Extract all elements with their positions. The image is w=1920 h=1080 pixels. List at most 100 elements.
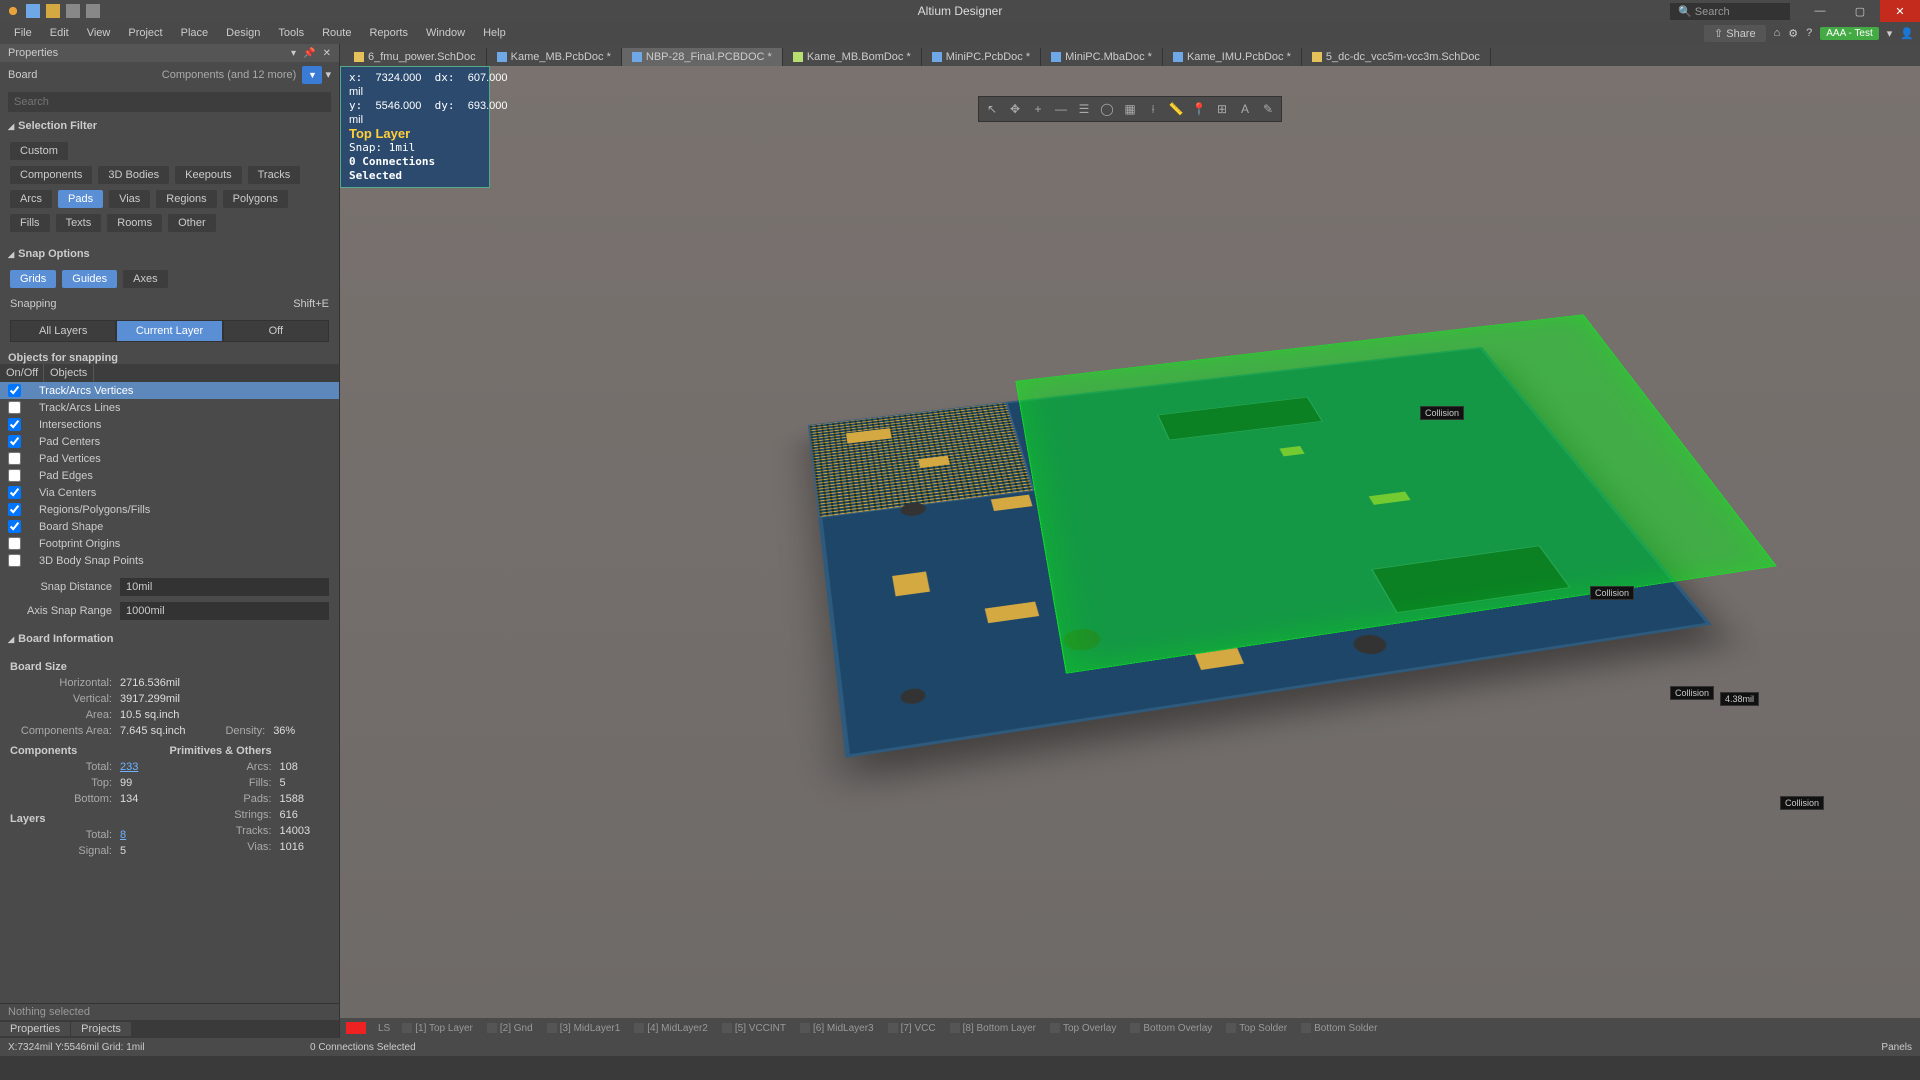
layer-tab[interactable]: [6] MidLayer3 [800, 1023, 874, 1034]
doc-tab[interactable]: Kame_MB.BomDoc * [783, 48, 922, 66]
pcb-board-3d[interactable] [808, 347, 1712, 758]
save-icon[interactable] [26, 4, 40, 18]
doc-tab[interactable]: Kame_IMU.PcbDoc * [1163, 48, 1302, 66]
menu-help[interactable]: Help [475, 25, 514, 41]
canvas-area[interactable]: 6_fmu_power.SchDocKame_MB.PcbDoc *NBP-28… [340, 44, 1920, 1038]
layer-tab[interactable]: [8] Bottom Layer [950, 1023, 1036, 1034]
filter-arcs[interactable]: Arcs [10, 190, 52, 208]
panels-button[interactable]: Panels [1881, 1042, 1912, 1053]
ruler-icon[interactable]: 📏 [1165, 99, 1187, 119]
layer-tab[interactable]: Bottom Solder [1301, 1023, 1377, 1034]
menu-project[interactable]: Project [120, 25, 170, 41]
filter-components[interactable]: Components [10, 166, 92, 184]
snap-object-row[interactable]: Track/Arcs Lines [0, 399, 339, 416]
minimize-button[interactable]: — [1800, 0, 1840, 22]
snap-checkbox[interactable] [8, 452, 21, 465]
snap-checkbox[interactable] [8, 469, 21, 482]
filter-dropdown-icon[interactable]: ▾ [325, 69, 331, 81]
menu-window[interactable]: Window [418, 25, 473, 41]
filter-icon[interactable]: ▼ [302, 66, 322, 84]
menu-edit[interactable]: Edit [42, 25, 77, 41]
maximize-button[interactable]: ▢ [1840, 0, 1880, 22]
doc-tab[interactable]: 5_dc-dc_vcc5m-vcc3m.SchDoc [1302, 48, 1491, 66]
snap-object-row[interactable]: 3D Body Snap Points [0, 552, 339, 569]
snap-checkbox[interactable] [8, 401, 21, 414]
menu-tools[interactable]: Tools [270, 25, 312, 41]
open-icon[interactable] [46, 4, 60, 18]
share-button[interactable]: ⇧ Share [1704, 25, 1766, 42]
tab-properties[interactable]: Properties [0, 1022, 70, 1036]
via-icon[interactable]: ◯ [1096, 99, 1118, 119]
menu-reports[interactable]: Reports [361, 25, 416, 41]
snap-tab[interactable]: All Layers [10, 320, 116, 342]
filter-keepouts[interactable]: Keepouts [175, 166, 241, 184]
snap-checkbox[interactable] [8, 435, 21, 448]
global-search[interactable]: 🔍 Search [1670, 3, 1790, 20]
snap-object-row[interactable]: Pad Centers [0, 433, 339, 450]
edit-icon[interactable]: ✎ [1257, 99, 1279, 119]
snap-checkbox[interactable] [8, 418, 21, 431]
layer-tab[interactable]: Top Overlay [1050, 1023, 1116, 1034]
new-icon[interactable] [66, 4, 80, 18]
layer-tab[interactable]: Top Solder [1226, 1023, 1287, 1034]
section-selection-filter[interactable]: Selection Filter [0, 116, 339, 136]
snap-object-row[interactable]: Regions/Polygons/Fills [0, 501, 339, 518]
snap-object-row[interactable]: Board Shape [0, 518, 339, 535]
menu-design[interactable]: Design [218, 25, 268, 41]
doc-tab[interactable]: MiniPC.PcbDoc * [922, 48, 1041, 66]
filter-rooms[interactable]: Rooms [107, 214, 162, 232]
doc-tab[interactable]: NBP-28_Final.PCBDOC * [622, 48, 783, 66]
panel-close-icon[interactable]: ✕ [323, 48, 331, 59]
filter-polygons[interactable]: Polygons [223, 190, 288, 208]
panel-search-input[interactable] [8, 92, 331, 112]
print-icon[interactable] [86, 4, 100, 18]
layer-tab[interactable]: [7] VCC [888, 1023, 936, 1034]
snap-object-row[interactable]: Via Centers [0, 484, 339, 501]
filter-vias[interactable]: Vias [109, 190, 150, 208]
snap-object-row[interactable]: Footprint Origins [0, 535, 339, 552]
layer-tab[interactable]: [3] MidLayer1 [547, 1023, 621, 1034]
snap-object-row[interactable]: Pad Edges [0, 467, 339, 484]
snap-distance-input[interactable]: 10mil [120, 578, 329, 596]
snap-object-row[interactable]: Pad Vertices [0, 450, 339, 467]
user-icon[interactable]: 👤 [1900, 27, 1914, 40]
filter-pads[interactable]: Pads [58, 190, 103, 208]
layer-tab[interactable]: [5] VCCINT [722, 1023, 786, 1034]
axis-range-input[interactable]: 1000mil [120, 602, 329, 620]
add-icon[interactable]: + [1027, 99, 1049, 119]
layer-tab[interactable]: [1] Top Layer [402, 1023, 473, 1034]
snap-axes[interactable]: Axes [123, 270, 167, 288]
doc-tab[interactable]: MiniPC.MbaDoc * [1041, 48, 1163, 66]
text-icon[interactable]: A [1234, 99, 1256, 119]
filter-tracks[interactable]: Tracks [248, 166, 301, 184]
tab-projects[interactable]: Projects [71, 1022, 131, 1036]
cursor-icon[interactable]: ↖ [981, 99, 1003, 119]
pcb-viewport[interactable]: ↖ ✥ + — ☰ ◯ ▦ ⟊ 📏 📍 ⊞ A ✎ [340, 66, 1920, 1038]
doc-tab[interactable]: Kame_MB.PcbDoc * [487, 48, 622, 66]
snap-checkbox[interactable] [8, 537, 21, 550]
doc-tab[interactable]: 6_fmu_power.SchDoc [344, 48, 487, 66]
grid-icon[interactable]: ⊞ [1211, 99, 1233, 119]
snap-checkbox[interactable] [8, 520, 21, 533]
line-icon[interactable]: — [1050, 99, 1072, 119]
layer-tab[interactable]: [4] MidLayer2 [634, 1023, 708, 1034]
section-snap-options[interactable]: Snap Options [0, 244, 339, 264]
filter-regions[interactable]: Regions [156, 190, 216, 208]
measure-icon[interactable]: ⟊ [1142, 99, 1164, 119]
gear-icon[interactable]: ⚙ [1788, 27, 1798, 40]
menu-file[interactable]: File [6, 25, 40, 41]
snap-object-row[interactable]: Track/Arcs Vertices [0, 382, 339, 399]
layer-tab[interactable]: Bottom Overlay [1130, 1023, 1212, 1034]
snap-checkbox[interactable] [8, 554, 21, 567]
snap-checkbox[interactable] [8, 384, 21, 397]
panel-options-icon[interactable]: ▾ [291, 48, 296, 59]
snap-object-row[interactable]: Intersections [0, 416, 339, 433]
menu-view[interactable]: View [79, 25, 119, 41]
custom-filter-button[interactable]: Custom [10, 142, 68, 160]
section-board-info[interactable]: Board Information [0, 629, 339, 649]
snap-checkbox[interactable] [8, 486, 21, 499]
snap-tab[interactable]: Off [223, 320, 329, 342]
layer-color-swatch[interactable] [346, 1022, 366, 1034]
filter-texts[interactable]: Texts [56, 214, 102, 232]
snap-tab[interactable]: Current Layer [116, 320, 222, 342]
